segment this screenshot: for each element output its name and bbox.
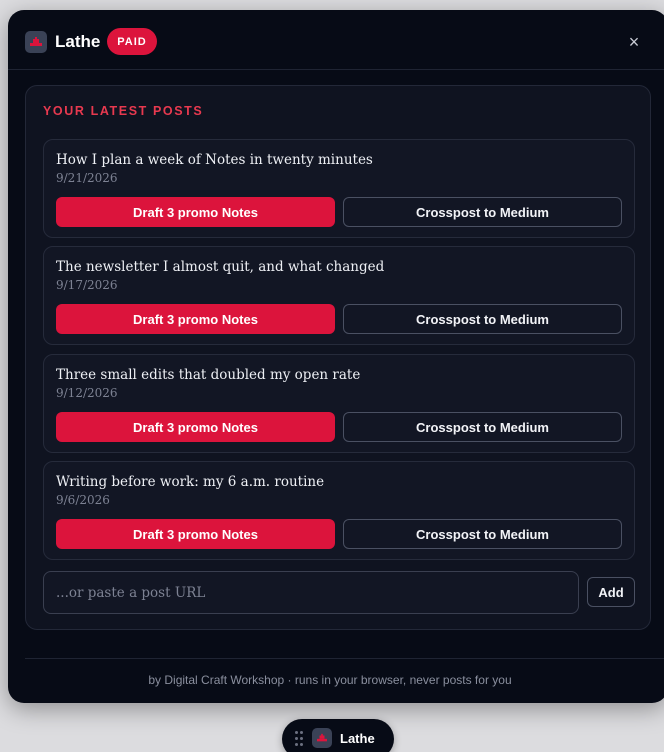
- lathe-panel: Lathe PAID × YOUR LATEST POSTS How I pla…: [8, 10, 664, 703]
- post-date: 9/12/2026: [56, 386, 118, 400]
- footer-credit: by Digital Craft Workshop · runs in your…: [148, 673, 512, 687]
- post-title: Writing before work: my 6 a.m. routine: [56, 474, 325, 490]
- post-date: 9/21/2026: [56, 171, 118, 185]
- post-item: Three small edits that doubled my open r…: [43, 354, 635, 453]
- drag-handle-icon[interactable]: [295, 731, 303, 747]
- lathe-launcher-button[interactable]: Lathe: [282, 719, 394, 752]
- post-item: How I plan a week of Notes in twenty min…: [43, 139, 635, 238]
- section-title: YOUR LATEST POSTS: [43, 104, 204, 118]
- app-title: Lathe: [55, 32, 101, 51]
- post-url-input[interactable]: [43, 571, 579, 614]
- plan-badge: PAID: [107, 28, 157, 55]
- post-item: Writing before work: my 6 a.m. routine 9…: [43, 461, 635, 560]
- lathe-logo-icon: [25, 31, 47, 53]
- draft-promo-notes-button[interactable]: Draft 3 promo Notes: [56, 412, 335, 442]
- panel-header: Lathe PAID ×: [8, 10, 664, 70]
- post-date: 9/6/2026: [56, 493, 110, 507]
- close-icon[interactable]: ×: [624, 32, 644, 52]
- lathe-logo-icon: [312, 728, 332, 748]
- crosspost-medium-button[interactable]: Crosspost to Medium: [343, 197, 622, 227]
- crosspost-medium-button[interactable]: Crosspost to Medium: [343, 519, 622, 549]
- crosspost-medium-button[interactable]: Crosspost to Medium: [343, 304, 622, 334]
- post-date: 9/17/2026: [56, 278, 118, 292]
- draft-promo-notes-button[interactable]: Draft 3 promo Notes: [56, 519, 335, 549]
- launcher-label: Lathe: [340, 731, 375, 746]
- footer-divider: [25, 658, 664, 659]
- post-title: The newsletter I almost quit, and what c…: [56, 259, 385, 275]
- draft-promo-notes-button[interactable]: Draft 3 promo Notes: [56, 197, 335, 227]
- post-title: Three small edits that doubled my open r…: [56, 367, 361, 383]
- add-url-button[interactable]: Add: [587, 577, 635, 607]
- draft-promo-notes-button[interactable]: Draft 3 promo Notes: [56, 304, 335, 334]
- crosspost-medium-button[interactable]: Crosspost to Medium: [343, 412, 622, 442]
- latest-posts-card: YOUR LATEST POSTS How I plan a week of N…: [25, 85, 651, 630]
- post-title: How I plan a week of Notes in twenty min…: [56, 152, 373, 168]
- post-item: The newsletter I almost quit, and what c…: [43, 246, 635, 345]
